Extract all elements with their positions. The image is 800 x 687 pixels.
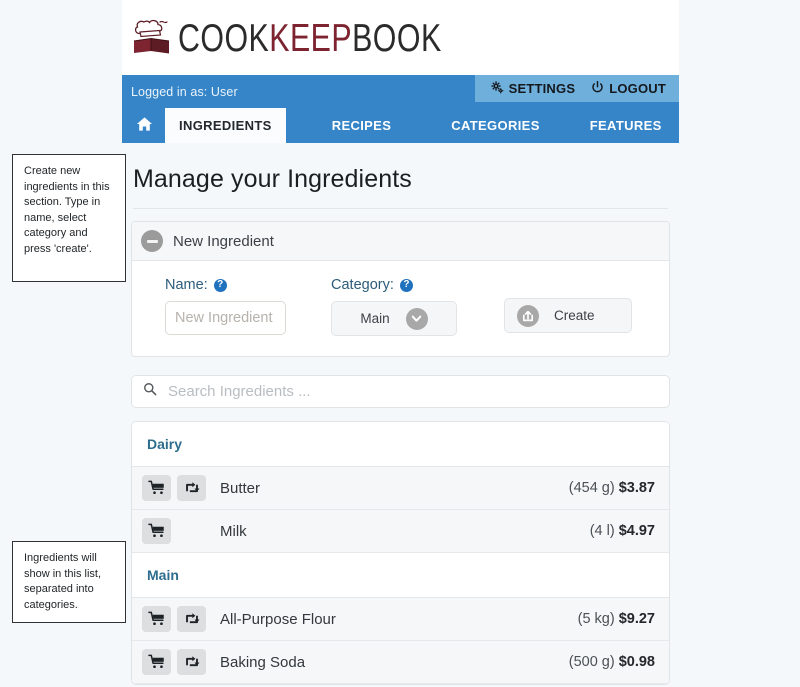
tab-recipes[interactable]: RECIPES: [286, 108, 422, 143]
category-header-label: Main: [147, 567, 179, 583]
export-box-icon: [517, 304, 539, 327]
create-button[interactable]: Create: [504, 298, 632, 333]
shopping-cart-icon[interactable]: [142, 518, 171, 544]
screenshot-root: COOKKEEPBOOK Logged in as: User SETTINGS…: [0, 0, 800, 687]
ingredient-meta: (500 g) $0.98: [569, 654, 655, 670]
logout-button[interactable]: LOGOUT: [591, 80, 666, 97]
category-label-row: Category: ?: [331, 277, 457, 293]
ingredient-price: $4.97: [618, 523, 655, 539]
settings-button[interactable]: SETTINGS: [490, 80, 576, 97]
ingredient-meta: (4 l) $4.97: [590, 523, 655, 539]
create-action-group: Create: [457, 277, 632, 333]
ingredient-row[interactable]: Butter (454 g) $3.87: [132, 467, 669, 510]
swap-arrows-icon[interactable]: [177, 606, 206, 632]
row-action-icons: [142, 518, 206, 544]
ingredient-row[interactable]: Baking Soda (500 g) $0.98: [132, 641, 669, 684]
create-button-label: Create: [554, 308, 595, 323]
ingredient-row[interactable]: All-Purpose Flour (5 kg) $9.27: [132, 598, 669, 641]
swap-arrows-icon: [177, 518, 206, 544]
page-title: Manage your Ingredients: [133, 165, 412, 193]
ingredient-amount: (4 l): [589, 523, 615, 539]
ingredient-amount: (500 g): [568, 654, 615, 670]
ingredient-amount: (454 g): [568, 480, 615, 496]
search-icon: [143, 382, 157, 401]
account-actions: SETTINGS LOGOUT: [474, 75, 679, 102]
row-action-icons: [142, 649, 206, 675]
chevron-down-icon: [405, 307, 428, 330]
annotation-ingredient-list: Ingredients will show in this list, sepa…: [12, 541, 126, 623]
main-navigation: INGREDIENTS RECIPES CATEGORIES FEATURES: [122, 108, 679, 143]
category-label: Category:: [331, 277, 394, 293]
title-divider: [133, 208, 668, 209]
tab-features[interactable]: FEATURES: [570, 108, 682, 143]
ingredient-price: $3.87: [618, 480, 655, 496]
gear-icon: [490, 80, 504, 97]
power-icon: [591, 80, 604, 97]
swap-arrows-icon[interactable]: [177, 649, 206, 675]
logo-part-keep: KEEP: [269, 15, 353, 59]
ingredient-meta: (5 kg) $9.27: [578, 611, 655, 627]
ingredient-name: All-Purpose Flour: [220, 610, 336, 628]
logout-label: LOGOUT: [609, 81, 666, 96]
name-help-icon[interactable]: ?: [213, 278, 227, 292]
row-action-icons: [142, 606, 206, 632]
site-logo-text[interactable]: COOKKEEPBOOK: [178, 15, 442, 60]
new-ingredient-panel: New Ingredient Name: ? Category: ?: [131, 221, 670, 357]
shopping-cart-icon[interactable]: [142, 649, 171, 675]
new-ingredient-panel-header[interactable]: New Ingredient: [132, 222, 669, 261]
category-field-group: Category: ? Main: [286, 277, 457, 336]
page-content: Manage your Ingredients New Ingredient N…: [122, 165, 679, 685]
logo-part-book: BOOK: [352, 15, 442, 59]
name-label-row: Name: ?: [165, 277, 286, 293]
logged-in-label: Logged in as: User: [131, 84, 238, 99]
tab-ingredients[interactable]: INGREDIENTS: [165, 108, 286, 143]
search-input[interactable]: [166, 382, 658, 401]
annotation-create-ingredients: Create new ingredients in this section. …: [12, 154, 126, 282]
ingredient-price: $0.98: [618, 654, 655, 670]
user-bar: Logged in as: User SETTINGS LOGOUT: [122, 75, 679, 108]
category-select-value: Main: [360, 311, 390, 326]
annotation-create-text: Create new ingredients in this section. …: [24, 165, 110, 256]
home-icon: [136, 116, 153, 135]
tab-recipes-label: RECIPES: [331, 118, 392, 133]
name-field-group: Name: ?: [132, 277, 286, 335]
ingredient-meta: (454 g) $3.87: [569, 480, 655, 496]
shopping-cart-icon[interactable]: [142, 475, 171, 501]
tab-ingredients-label: INGREDIENTS: [179, 118, 272, 133]
category-select[interactable]: Main: [331, 301, 457, 336]
site-header: COOKKEEPBOOK: [122, 0, 679, 75]
category-header: Dairy: [132, 422, 669, 467]
ingredient-name: Baking Soda: [220, 653, 306, 671]
ingredient-row[interactable]: Milk (4 l) $4.97: [132, 510, 669, 553]
tab-categories[interactable]: CATEGORIES: [421, 108, 570, 143]
category-header: Main: [132, 553, 669, 598]
ingredient-name: Butter: [220, 479, 261, 497]
browser-page: COOKKEEPBOOK Logged in as: User SETTINGS…: [122, 0, 679, 687]
category-help-icon[interactable]: ?: [399, 278, 413, 292]
annotation-list-text: Ingredients will show in this list, sepa…: [24, 552, 102, 611]
name-input[interactable]: [165, 301, 286, 335]
swap-arrows-icon[interactable]: [177, 475, 206, 501]
nav-home-button[interactable]: [122, 108, 165, 143]
ingredient-name: Milk: [220, 522, 247, 540]
ingredient-amount: (5 kg): [577, 611, 615, 627]
ingredient-list: Dairy Butter (454 g) $3.87 Milk (4 l) $4.97 Mai…: [131, 421, 670, 685]
minus-circle-icon[interactable]: [141, 230, 163, 252]
new-ingredient-panel-title: New Ingredient: [173, 232, 274, 250]
name-label: Name:: [165, 277, 208, 293]
settings-label: SETTINGS: [508, 81, 576, 96]
tab-categories-label: CATEGORIES: [451, 118, 540, 133]
new-ingredient-form: Name: ? Category: ? Main: [132, 261, 669, 356]
logo-part-cook: COOK: [178, 15, 270, 59]
tab-features-label: FEATURES: [589, 118, 662, 133]
search-bar[interactable]: [131, 375, 670, 408]
chef-hat-book-icon: [130, 16, 174, 60]
ingredient-price: $9.27: [618, 611, 655, 627]
category-header-label: Dairy: [147, 436, 183, 452]
shopping-cart-icon[interactable]: [142, 606, 171, 632]
row-action-icons: [142, 475, 206, 501]
